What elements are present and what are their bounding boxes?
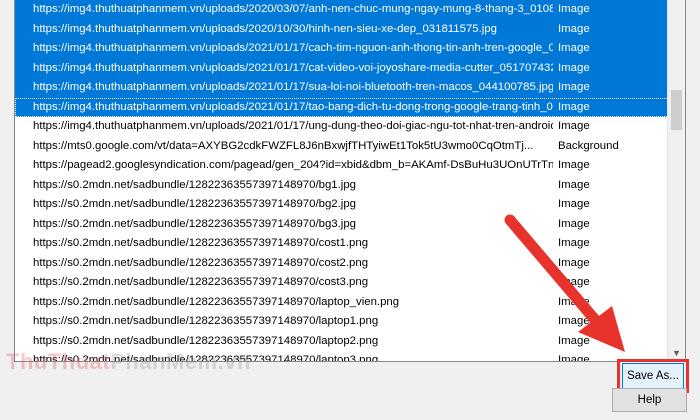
help-button[interactable]: Help (612, 388, 687, 412)
save-as-button[interactable]: Save As... (622, 363, 684, 389)
arrow-pointer-icon (504, 214, 625, 352)
